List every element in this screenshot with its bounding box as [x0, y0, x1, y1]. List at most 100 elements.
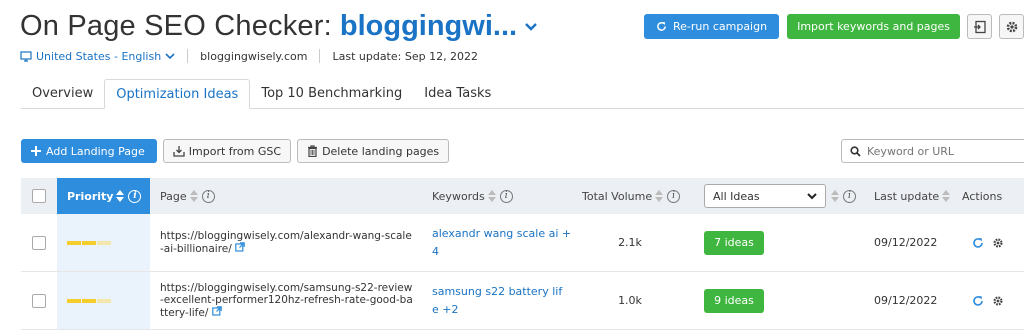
import-from-gsc-button[interactable]: Import from GSC: [162, 139, 292, 163]
import-icon: [173, 146, 185, 157]
tab-top-10-benchmarking[interactable]: Top 10 Benchmarking: [250, 79, 413, 109]
keyword-count: e +2: [432, 302, 459, 316]
page-header[interactable]: Page i: [150, 178, 426, 214]
page-url-line: -excellent-performer120hz-refresh-rate-g…: [160, 294, 413, 306]
row-checkbox[interactable]: [32, 235, 46, 250]
campaign-meta: United States - English bloggingwisely.c…: [20, 49, 478, 63]
keyword-text: samsung s22 battery lif: [432, 284, 563, 298]
ideas-cell: 9 ideas: [698, 272, 868, 329]
last-update-header-label: Last update: [874, 189, 940, 203]
keywords-link[interactable]: alexandr wang scale ai + 4: [432, 225, 571, 261]
search-input[interactable]: [867, 144, 1024, 158]
delete-landing-pages-button[interactable]: Delete landing pages: [297, 139, 450, 163]
priority-indicator: [67, 240, 112, 245]
import-keywords-button[interactable]: Import keywords and pages: [787, 14, 960, 39]
last-update-header[interactable]: Last update: [868, 178, 956, 214]
sort-icon[interactable]: [831, 190, 839, 202]
plus-icon: [31, 146, 41, 156]
gear-icon[interactable]: [992, 295, 1004, 307]
settings-button[interactable]: [999, 14, 1024, 39]
info-icon[interactable]: i: [201, 189, 215, 203]
keywords-header[interactable]: Keywords i: [426, 178, 574, 214]
rerun-campaign-button[interactable]: Re-run campaign: [643, 14, 780, 39]
last-update-cell: 09/12/2022: [868, 214, 956, 271]
page-url[interactable]: https://bloggingwisely.com/alexandr-wang…: [160, 230, 412, 255]
external-link-icon[interactable]: [211, 306, 222, 316]
page-url-line: https://bloggingwisely.com/samsung-s22-r…: [160, 282, 413, 294]
page-url-line: https://bloggingwisely.com/alexandr-wang…: [160, 230, 412, 242]
location-selector[interactable]: United States - English: [20, 50, 175, 63]
tab-bar: Overview Optimization Ideas Top 10 Bench…: [21, 79, 1024, 109]
keyword-text: alexandr wang scale ai +: [432, 226, 572, 240]
chevron-down-icon[interactable]: [523, 19, 539, 35]
sort-icon: [189, 190, 198, 202]
priority-header[interactable]: Priority i: [57, 178, 150, 214]
import-gsc-label: Import from GSC: [188, 144, 282, 158]
volume-header[interactable]: Total Volume i: [574, 178, 698, 214]
location-label: United States - English: [36, 49, 162, 63]
campaign-selector[interactable]: bloggingwi...: [340, 10, 517, 43]
ideas-cell: 7 ideas: [698, 214, 868, 271]
add-landing-page-button[interactable]: Add Landing Page: [21, 139, 157, 163]
landing-pages-table: Priority i Page i Keywords i Total Volum…: [21, 178, 1024, 330]
actions-cell: [956, 214, 1024, 271]
table-header: Priority i Page i Keywords i Total Volum…: [21, 178, 1024, 214]
import-label: Import keywords and pages: [797, 20, 950, 33]
ideas-filter-value: All Ideas: [713, 189, 760, 203]
row-checkbox[interactable]: [32, 293, 46, 308]
rerun-label: Re-run campaign: [672, 20, 768, 33]
priority-header-label: Priority: [67, 189, 114, 203]
page-title-row: On Page SEO Checker: bloggingwi...: [20, 10, 539, 43]
table-row: https://bloggingwisely.com/alexandr-wang…: [21, 214, 1024, 272]
row-select-cell: [21, 272, 57, 329]
priority-cell: [57, 272, 150, 329]
volume-value: 1.0k: [618, 294, 642, 307]
priority-indicator: [67, 298, 112, 303]
table-row: https://bloggingwisely.com/samsung-s22-r…: [21, 272, 1024, 330]
export-button[interactable]: [967, 14, 992, 39]
delete-label: Delete landing pages: [322, 144, 440, 158]
priority-cell: [57, 214, 150, 271]
select-all-checkbox[interactable]: [32, 189, 46, 203]
keywords-cell: alexandr wang scale ai + 4: [426, 214, 574, 271]
trash-icon: [308, 145, 318, 157]
tab-idea-tasks[interactable]: Idea Tasks: [413, 79, 502, 109]
ideas-button[interactable]: 9 ideas: [704, 288, 764, 313]
info-icon[interactable]: i: [128, 189, 142, 203]
sort-icon: [655, 190, 664, 202]
info-icon[interactable]: i: [843, 189, 856, 203]
page-url-line: ttery-life/: [160, 307, 209, 319]
tab-overview[interactable]: Overview: [21, 79, 104, 109]
page-url[interactable]: https://bloggingwisely.com/samsung-s22-r…: [160, 282, 413, 319]
refresh-icon[interactable]: [972, 237, 984, 249]
keywords-link[interactable]: samsung s22 battery lif e +2: [432, 283, 562, 319]
search-icon: [850, 145, 861, 157]
actions-cell: [956, 272, 1024, 329]
page-title: On Page SEO Checker:: [20, 10, 332, 42]
gear-icon[interactable]: [992, 237, 1004, 249]
sort-icon: [487, 190, 496, 202]
monitor-icon: [20, 50, 32, 62]
page-cell: https://bloggingwisely.com/samsung-s22-r…: [150, 272, 426, 329]
external-link-icon[interactable]: [235, 242, 245, 252]
chevron-down-icon: [165, 53, 175, 60]
search-box[interactable]: [841, 139, 1024, 163]
refresh-icon: [657, 21, 666, 31]
info-icon[interactable]: i: [667, 189, 681, 203]
sort-icon: [942, 190, 951, 202]
select-all-cell: [21, 178, 57, 214]
refresh-icon[interactable]: [972, 295, 984, 307]
page-cell: https://bloggingwisely.com/alexandr-wang…: [150, 214, 426, 271]
volume-cell: 1.0k: [574, 272, 698, 329]
keyword-count: 4: [432, 244, 439, 258]
tab-optimization-ideas[interactable]: Optimization Ideas: [104, 79, 251, 109]
info-icon[interactable]: i: [499, 189, 513, 203]
export-icon: [973, 20, 986, 33]
sort-icon: [116, 190, 125, 202]
header-actions: Re-run campaign Import keywords and page…: [643, 14, 1024, 39]
ideas-filter-select[interactable]: All Ideas: [704, 184, 826, 208]
last-update-value: 09/12/2022: [874, 294, 938, 307]
domain-label: bloggingwisely.com: [200, 49, 308, 63]
keywords-cell: samsung s22 battery lif e +2: [426, 272, 574, 329]
ideas-button[interactable]: 7 ideas: [704, 230, 764, 255]
